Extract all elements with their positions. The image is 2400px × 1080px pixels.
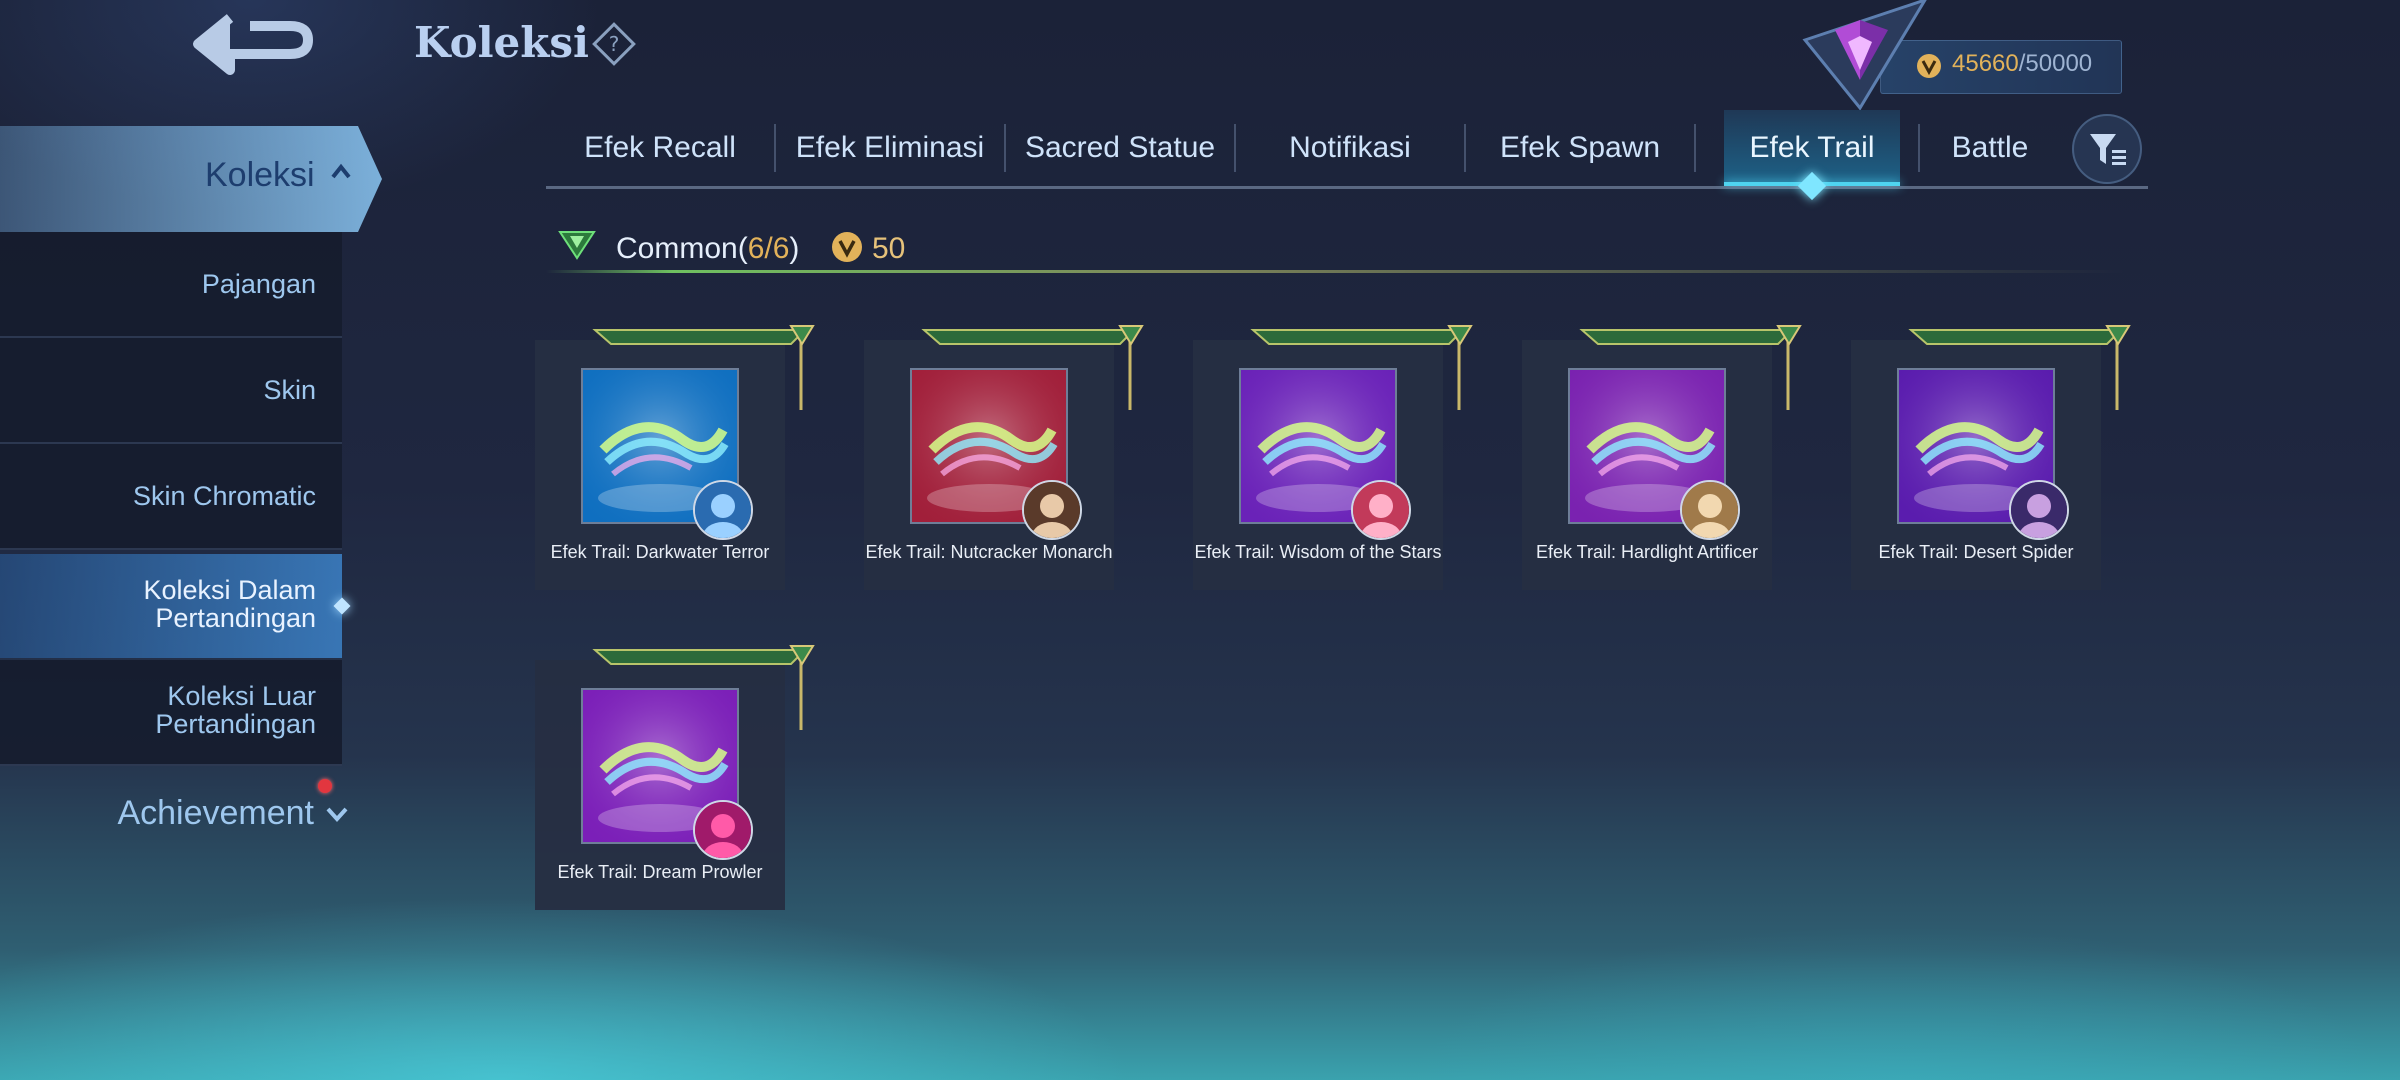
- chevron-down-icon: [324, 804, 350, 824]
- filter-list-icon: [2090, 134, 2126, 165]
- coin-icon: [1915, 52, 1943, 80]
- trail-effect-name: Efek Trail: Dream Prowler: [557, 862, 763, 882]
- sidebar-item-koleksi-luar-pertandingan[interactable]: Koleksi Luar Pertandingan: [0, 660, 342, 766]
- hero-avatar: [1022, 480, 1082, 540]
- svg-text:?: ?: [609, 32, 620, 56]
- trail-effect-card[interactable]: Efek Trail: Hardlight Artificer: [1522, 325, 1802, 590]
- hero-avatar: [693, 800, 753, 860]
- selection-marker: [333, 597, 351, 615]
- chevron-up-icon[interactable]: [330, 162, 352, 182]
- sidebar-item-label-line2: Pertandingan: [155, 709, 316, 739]
- trail-effect-card[interactable]: Efek Trail: Dream Prowler: [535, 645, 815, 910]
- sidebar-section-achievement[interactable]: Achievement: [0, 780, 360, 850]
- section-divider: [546, 270, 2126, 273]
- sidebar-item-label: Skin Chromatic: [132, 481, 316, 511]
- section-title: Common(6/6): [616, 232, 799, 266]
- back-arrow-icon: [193, 14, 313, 75]
- tab-efek-recall[interactable]: Efek Recall: [546, 110, 774, 186]
- section-reward: 50: [872, 232, 906, 265]
- trail-effect-name: Efek Trail: Desert Spider: [1878, 542, 2074, 562]
- tab-efek-eliminasi[interactable]: Efek Eliminasi: [776, 110, 1004, 186]
- coin-icon: [830, 230, 864, 264]
- sidebar-item-label: Skin: [263, 375, 316, 405]
- trail-effect-name: Efek Trail: Wisdom of the Stars: [1194, 542, 1442, 562]
- sidebar-item-label: Pajangan: [201, 269, 316, 299]
- points-value: 45660: [1952, 50, 2019, 77]
- back-button[interactable]: [190, 10, 320, 82]
- page-title: Koleksi: [414, 18, 589, 67]
- trail-effect-name: Efek Trail: Hardlight Artificer: [1535, 542, 1759, 562]
- sidebar-section-koleksi[interactable]: [0, 126, 382, 232]
- tab-notifikasi[interactable]: Notifikasi: [1236, 110, 1464, 186]
- hero-avatar: [1680, 480, 1740, 540]
- sidebar-item-label-line1: Koleksi Luar: [167, 681, 316, 711]
- hero-avatar: [693, 480, 753, 540]
- common-rarity-icon: [558, 228, 596, 262]
- sidebar-item-label: Koleksi Dalam Pertandingan: [143, 576, 316, 632]
- section-close: ): [789, 232, 800, 265]
- sidebar-item-skin[interactable]: Skin: [0, 338, 342, 444]
- tab-divider: [1694, 124, 1696, 172]
- category-tabs: Efek Recall Efek Eliminasi Sacred Statue…: [546, 110, 2146, 186]
- points-readout: 45660/50000: [1952, 50, 2092, 78]
- sidebar-item-label: Koleksi Luar Pertandingan: [155, 682, 316, 738]
- hero-avatar: [2009, 480, 2069, 540]
- rank-emblem-icon: [1800, 0, 1930, 111]
- points-max: /50000: [2018, 50, 2093, 77]
- tab-efek-spawn[interactable]: Efek Spawn: [1466, 110, 1694, 186]
- section-count: 6/6: [747, 232, 790, 265]
- sidebar-item-pajangan[interactable]: Pajangan: [0, 232, 342, 338]
- hero-avatar: [1351, 480, 1411, 540]
- trail-effect-name: Efek Trail: Darkwater Terror: [550, 542, 770, 562]
- notification-dot: [318, 779, 332, 793]
- section-name: Common(: [616, 232, 748, 265]
- tab-sacred-statue[interactable]: Sacred Statue: [1006, 110, 1234, 186]
- trail-effect-card[interactable]: Efek Trail: Nutcracker Monarch: [864, 325, 1144, 590]
- sidebar-item-label-line1: Koleksi Dalam: [143, 575, 316, 605]
- sidebar-section-label: Achievement: [117, 794, 314, 832]
- trail-effect-card[interactable]: Efek Trail: Wisdom of the Stars: [1193, 325, 1473, 590]
- sidebar-section-label: Koleksi: [205, 156, 315, 194]
- sidebar-item-koleksi-dalam-pertandingan[interactable]: Koleksi Dalam Pertandingan: [0, 554, 351, 658]
- filter-button[interactable]: [2072, 114, 2142, 184]
- trail-effect-card[interactable]: Efek Trail: Desert Spider: [1851, 325, 2131, 590]
- tab-battle[interactable]: Battle: [1920, 110, 2060, 186]
- sidebar-item-label-line2: Pertandingan: [155, 603, 316, 633]
- trail-effect-name: Efek Trail: Nutcracker Monarch: [865, 542, 1113, 562]
- question-diamond-icon[interactable]: ?: [590, 20, 638, 68]
- tab-underline: [546, 186, 2148, 189]
- sidebar-item-skin-chromatic[interactable]: Skin Chromatic: [0, 444, 342, 550]
- trail-effect-card[interactable]: Efek Trail: Darkwater Terror: [535, 325, 815, 590]
